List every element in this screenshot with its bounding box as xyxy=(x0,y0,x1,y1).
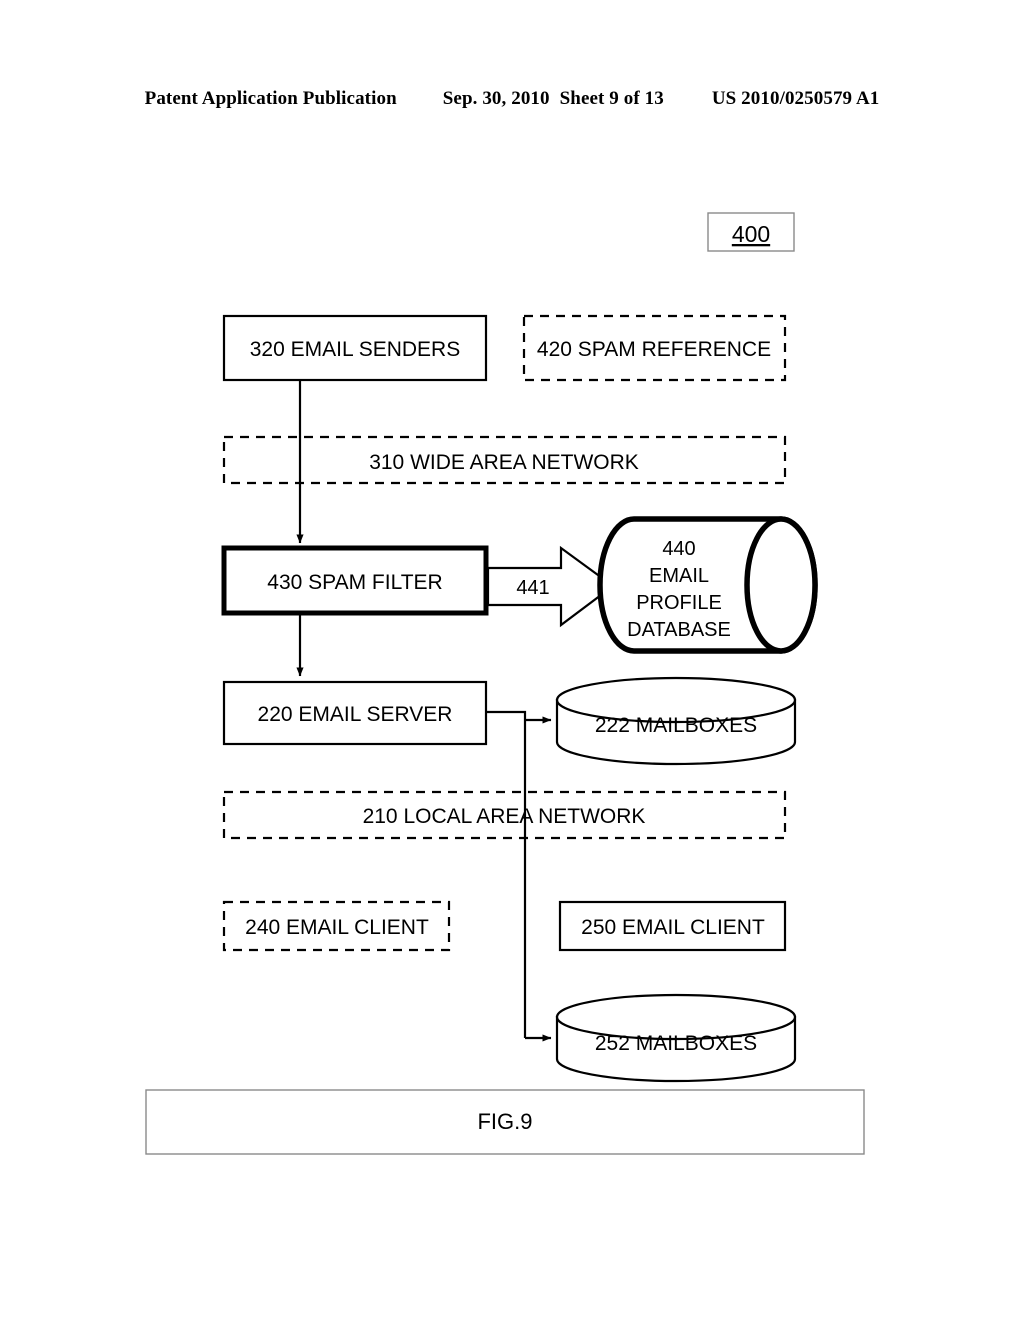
node-wide-area-network-label: 310 WIDE AREA NETWORK xyxy=(369,451,639,474)
node-email-profile-database-line1: 440 xyxy=(662,538,695,560)
node-spam-filter-label: 430 SPAM FILTER xyxy=(267,571,442,594)
node-email-senders-label: 320 EMAIL SENDERS xyxy=(250,338,460,361)
node-email-profile-database-line2: EMAIL xyxy=(649,565,709,587)
figure-reference-400: 400 xyxy=(707,212,795,252)
figure-caption-label: FIG.9 xyxy=(477,1109,532,1134)
node-mailboxes-222-label: 222 MAILBOXES xyxy=(595,714,757,737)
patent-figure-diagram: 400 320 EMAIL SENDERS 420 SPAM REFERENCE… xyxy=(0,0,1024,1320)
figure-caption: FIG.9 xyxy=(145,1089,865,1155)
node-spam-reference: 420 SPAM REFERENCE xyxy=(522,314,787,382)
node-email-profile-database: 440 EMAIL PROFILE DATABASE xyxy=(597,516,818,654)
node-mailboxes-252-label: 252 MAILBOXES xyxy=(595,1032,757,1055)
connector-441-block-arrow: 441 xyxy=(486,545,615,628)
node-spam-reference-label: 420 SPAM REFERENCE xyxy=(537,338,771,361)
node-spam-filter: 430 SPAM FILTER xyxy=(221,545,489,616)
node-mailboxes-252: 252 MAILBOXES xyxy=(555,993,797,1083)
node-email-profile-database-line4: DATABASE xyxy=(627,619,731,641)
node-local-area-network: 210 LOCAL AREA NETWORK xyxy=(222,790,787,840)
node-email-client-240: 240 EMAIL CLIENT xyxy=(222,900,451,952)
node-email-client-250-label: 250 EMAIL CLIENT xyxy=(581,916,765,939)
node-email-client-250: 250 EMAIL CLIENT xyxy=(558,900,787,952)
node-email-profile-database-line3: PROFILE xyxy=(636,592,722,614)
node-email-server-label: 220 EMAIL SERVER xyxy=(258,703,453,726)
node-mailboxes-222: 222 MAILBOXES xyxy=(555,676,797,766)
connector-email-server-trunk xyxy=(486,710,527,1038)
node-email-server: 220 EMAIL SERVER xyxy=(222,680,488,746)
node-local-area-network-label: 210 LOCAL AREA NETWORK xyxy=(363,805,646,828)
connector-441-label: 441 xyxy=(516,577,549,599)
node-email-client-240-label: 240 EMAIL CLIENT xyxy=(245,916,429,939)
node-wide-area-network: 310 WIDE AREA NETWORK xyxy=(222,435,787,485)
figure-reference-400-label: 400 xyxy=(732,221,770,247)
node-email-senders: 320 EMAIL SENDERS xyxy=(222,314,488,382)
